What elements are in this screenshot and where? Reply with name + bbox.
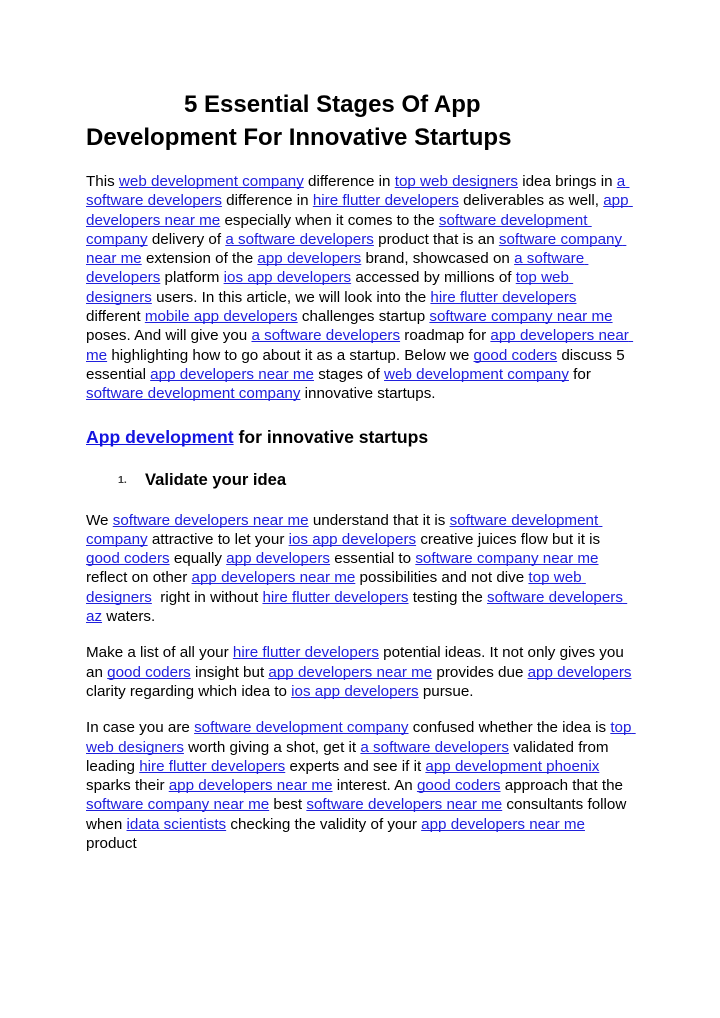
inline-text: experts and see if it bbox=[285, 757, 426, 775]
inline-text: difference in bbox=[221, 192, 313, 210]
inline-text: delivery of bbox=[147, 230, 226, 248]
inline-link[interactable]: software developers near me bbox=[113, 512, 309, 529]
inline-text: innovative startups. bbox=[300, 385, 436, 403]
inline-link[interactable]: web development company bbox=[384, 366, 569, 383]
inline-text: equally bbox=[169, 550, 227, 568]
inline-text: checking the validity of your bbox=[226, 815, 422, 833]
inline-link[interactable]: app developers near me bbox=[169, 777, 333, 794]
inline-link[interactable]: a software developers bbox=[360, 739, 509, 756]
inline-link[interactable]: app developers near me bbox=[192, 569, 356, 586]
inline-text: highlighting how to go about it as a sta… bbox=[107, 346, 474, 364]
document-page: 5 Essential Stages Of App Development Fo… bbox=[0, 0, 720, 1018]
inline-text: idea brings in bbox=[517, 173, 617, 190]
inline-text: essential to bbox=[330, 550, 416, 568]
inline-link[interactable]: app developers near me bbox=[268, 664, 432, 681]
paragraph-intro: This web development company difference … bbox=[86, 172, 635, 404]
inline-text: product that is an bbox=[373, 230, 499, 248]
inline-link[interactable]: hire flutter developers bbox=[313, 192, 459, 209]
inline-link[interactable]: hire flutter developers bbox=[139, 758, 285, 775]
steps-list: 1. Validate your idea bbox=[86, 469, 635, 491]
inline-link[interactable]: app development phoenix bbox=[425, 758, 599, 775]
inline-text: challenges startup bbox=[297, 308, 430, 326]
inline-text: especially when it comes to the bbox=[220, 211, 439, 229]
inline-text: worth giving a shot, get it bbox=[183, 738, 361, 756]
inline-text: deliverables as well, bbox=[458, 192, 604, 210]
inline-text: brand, showcased on bbox=[361, 250, 515, 268]
inline-text: Make a list of all your bbox=[86, 644, 233, 662]
inline-text: interest. An bbox=[332, 777, 417, 795]
inline-link[interactable]: software company near me bbox=[86, 796, 269, 813]
inline-link[interactable]: hire flutter developers bbox=[262, 589, 408, 606]
inline-link[interactable]: mobile app developers bbox=[145, 308, 298, 325]
inline-text: In case you are bbox=[86, 719, 195, 737]
inline-text: pursue. bbox=[418, 682, 474, 700]
inline-link[interactable]: good coders bbox=[107, 664, 191, 681]
page-title: 5 Essential Stages Of App Development Fo… bbox=[86, 88, 635, 154]
inline-text: approach that the bbox=[500, 777, 628, 795]
inline-link[interactable]: app developers bbox=[257, 250, 361, 267]
inline-text: users. In this article, we will look int… bbox=[151, 288, 431, 306]
document-content: 5 Essential Stages Of App Development Fo… bbox=[86, 88, 635, 853]
inline-text: for innovative startups bbox=[233, 426, 429, 447]
inline-link[interactable]: a software developers bbox=[251, 327, 400, 344]
inline-text: insight but bbox=[190, 663, 269, 681]
inline-text: waters. bbox=[102, 608, 156, 626]
inline-text: difference in bbox=[303, 173, 395, 190]
inline-link[interactable]: App development bbox=[86, 427, 234, 447]
paragraph-validate-2: Make a list of all your hire flutter dev… bbox=[86, 643, 635, 701]
inline-link[interactable]: good coders bbox=[474, 347, 558, 364]
inline-link[interactable]: top web designers bbox=[395, 173, 518, 190]
inline-link[interactable]: app developers bbox=[226, 550, 330, 567]
inline-text: possibilities and not dive bbox=[355, 569, 529, 587]
inline-link[interactable]: ios app developers bbox=[289, 531, 417, 548]
inline-link[interactable]: good coders bbox=[86, 550, 170, 567]
inline-text: confused whether the idea is bbox=[408, 719, 611, 737]
inline-link[interactable]: ios app developers bbox=[224, 269, 352, 286]
inline-link[interactable]: ios app developers bbox=[291, 683, 419, 700]
inline-link[interactable]: good coders bbox=[417, 777, 501, 794]
inline-text: for bbox=[568, 365, 596, 383]
inline-text: provides due bbox=[432, 663, 528, 681]
inline-text: We bbox=[86, 511, 113, 529]
inline-text: understand that it is bbox=[308, 511, 450, 529]
inline-link[interactable]: software development company bbox=[86, 385, 300, 402]
inline-link[interactable]: software company near me bbox=[415, 550, 598, 567]
inline-link[interactable]: software company near me bbox=[429, 308, 612, 325]
paragraph-validate-3: In case you are software development com… bbox=[86, 718, 635, 853]
inline-text: extension of the bbox=[141, 250, 258, 268]
inline-link[interactable]: app developers near me bbox=[421, 816, 585, 833]
inline-link[interactable]: software development company bbox=[194, 719, 408, 736]
inline-text: stages of bbox=[313, 365, 385, 383]
inline-link[interactable]: web development company bbox=[119, 173, 304, 190]
inline-text: attractive to let your bbox=[147, 530, 289, 548]
list-item-marker: 1. bbox=[118, 473, 127, 486]
inline-text: creative juices flow but it is bbox=[416, 530, 605, 548]
section-heading-app-development: App development for innovative startups bbox=[86, 426, 635, 449]
paragraph-validate-1: We software developers near me understan… bbox=[86, 511, 635, 627]
inline-link[interactable]: hire flutter developers bbox=[430, 289, 576, 306]
inline-text: roadmap for bbox=[400, 327, 491, 345]
inline-link[interactable]: hire flutter developers bbox=[233, 644, 379, 661]
inline-link[interactable]: idata scientists bbox=[127, 816, 227, 833]
list-item-label: Validate your idea bbox=[145, 469, 287, 489]
page-title-text: 5 Essential Stages Of App Development Fo… bbox=[86, 91, 512, 151]
inline-text: platform bbox=[160, 269, 224, 287]
inline-link[interactable]: software developers near me bbox=[306, 796, 502, 813]
inline-text: accessed by millions of bbox=[351, 269, 516, 287]
inline-link[interactable]: app developers bbox=[528, 664, 632, 681]
inline-text: testing the bbox=[408, 588, 488, 606]
list-item: 1. Validate your idea bbox=[86, 469, 635, 491]
inline-link[interactable]: a software developers bbox=[225, 231, 374, 248]
inline-text: right in without bbox=[151, 588, 263, 606]
inline-text: This bbox=[86, 173, 119, 190]
inline-text: best bbox=[269, 796, 307, 814]
inline-link[interactable]: app developers near me bbox=[150, 366, 314, 383]
